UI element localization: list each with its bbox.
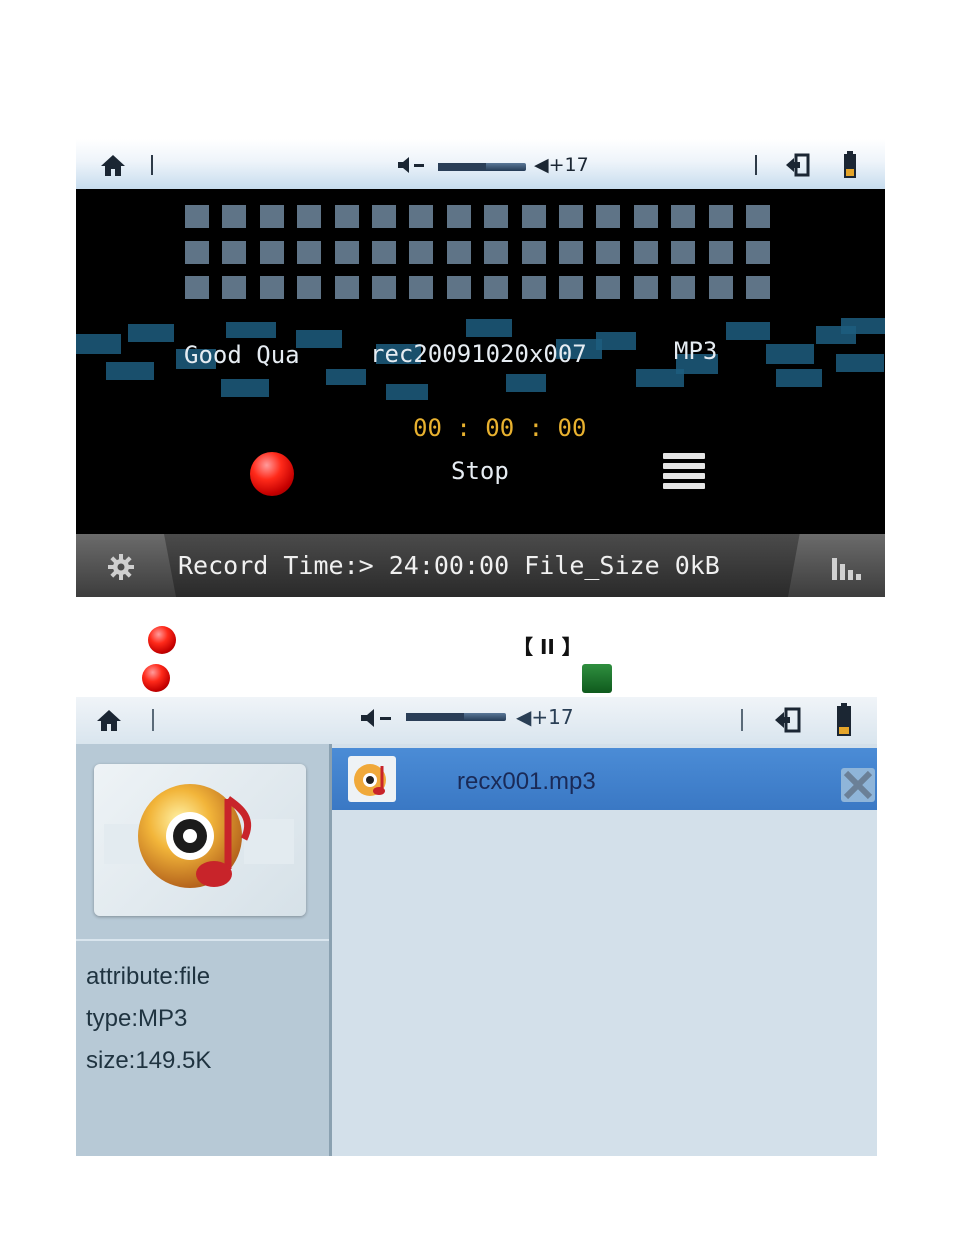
attribute-label: attribute:file xyxy=(86,963,211,990)
level-block xyxy=(409,240,434,264)
level-block xyxy=(746,205,770,228)
level-block xyxy=(596,205,621,228)
level-block xyxy=(372,276,396,299)
level-block xyxy=(222,205,247,228)
close-icon[interactable] xyxy=(841,768,875,802)
volume-up-label[interactable]: ◀+17 xyxy=(534,154,589,176)
level-block xyxy=(259,276,284,299)
level-block xyxy=(222,276,247,299)
level-block xyxy=(259,205,284,228)
pause-symbol: 【 II 】 xyxy=(513,635,582,659)
volume-down-icon[interactable] xyxy=(359,707,397,729)
bottom-bar: Record Time:> 24:00:00 File_Size 0kB xyxy=(76,534,885,597)
level-block xyxy=(671,276,696,299)
separator xyxy=(755,155,757,175)
level-block xyxy=(297,276,322,299)
bar-chart-icon[interactable] xyxy=(830,554,864,582)
battery-icon xyxy=(842,151,858,179)
level-meter xyxy=(185,205,771,299)
recorder-screen: ◀+17 Good Qua rec20091020x007 MP3 00: 0… xyxy=(76,139,885,597)
level-block xyxy=(671,240,696,264)
level-block xyxy=(746,240,770,264)
file-browser-screen: ◀+17 attribute:file type:MP3 size:149.5K… xyxy=(76,697,877,1156)
level-block xyxy=(484,276,509,299)
level-block xyxy=(484,240,509,264)
record-info: Record Time:> 24:00:00 File_Size 0kB xyxy=(178,551,720,580)
level-block xyxy=(297,205,322,228)
record-timer: 00 : 00 : 00 xyxy=(413,414,587,442)
music-disc-icon xyxy=(104,784,294,888)
level-block xyxy=(708,276,733,299)
level-block xyxy=(746,276,770,299)
file-thumbnail xyxy=(94,764,306,916)
level-block xyxy=(521,205,546,228)
volume-up-label[interactable]: ◀+17 xyxy=(516,705,574,729)
level-block xyxy=(259,240,284,264)
file-list-button[interactable] xyxy=(663,453,705,493)
level-block xyxy=(671,205,696,228)
level-block xyxy=(185,276,209,299)
audio-file-icon xyxy=(348,756,396,802)
level-block xyxy=(559,276,583,299)
volume-slider[interactable] xyxy=(406,713,506,721)
level-block xyxy=(409,276,434,299)
level-block xyxy=(633,240,658,264)
top-status-bar: ◀+17 xyxy=(76,697,877,744)
record-dot-icon xyxy=(142,664,170,692)
quality-label: Good Qua xyxy=(184,341,300,369)
level-block xyxy=(521,240,546,264)
level-block xyxy=(372,240,396,264)
status-label: Stop xyxy=(451,457,509,485)
record-button[interactable] xyxy=(250,452,294,496)
level-block xyxy=(596,276,621,299)
file-list: recx001.mp3 xyxy=(332,744,877,1156)
level-block xyxy=(446,240,471,264)
file-info-pane: attribute:file type:MP3 size:149.5K xyxy=(76,744,331,1156)
separator xyxy=(151,155,153,175)
home-icon[interactable] xyxy=(100,152,126,178)
battery-icon xyxy=(836,703,852,737)
stats-tab[interactable] xyxy=(788,534,885,597)
volume-down-icon[interactable] xyxy=(396,155,430,175)
level-block xyxy=(409,205,434,228)
level-block xyxy=(708,205,733,228)
settings-tab[interactable] xyxy=(76,534,176,597)
volume-slider[interactable] xyxy=(438,163,526,171)
level-block xyxy=(633,205,658,228)
level-block xyxy=(185,205,209,228)
level-block xyxy=(334,205,359,228)
level-block xyxy=(559,240,583,264)
level-block xyxy=(334,276,359,299)
level-block xyxy=(446,276,471,299)
exit-icon[interactable] xyxy=(773,707,803,733)
separator xyxy=(152,709,154,731)
format-label: MP3 xyxy=(674,337,718,365)
separator xyxy=(741,709,743,731)
file-list-item[interactable]: recx001.mp3 xyxy=(332,748,877,810)
filename-label: rec20091020x007 xyxy=(370,340,587,368)
stop-icon xyxy=(582,664,612,693)
exit-icon[interactable] xyxy=(784,153,812,177)
level-block xyxy=(297,240,322,264)
home-icon[interactable] xyxy=(96,707,122,733)
type-label: type:MP3 xyxy=(86,1005,188,1032)
record-dot-icon xyxy=(148,626,176,654)
level-block xyxy=(708,240,733,264)
level-block xyxy=(334,240,359,264)
level-block xyxy=(633,276,658,299)
divider xyxy=(76,939,331,941)
level-block xyxy=(521,276,546,299)
level-block xyxy=(372,205,396,228)
level-block xyxy=(446,205,471,228)
level-block xyxy=(185,240,209,264)
top-status-bar: ◀+17 xyxy=(76,139,885,189)
level-block xyxy=(559,205,583,228)
gear-icon[interactable] xyxy=(107,553,135,581)
level-block xyxy=(484,205,509,228)
level-block xyxy=(596,240,621,264)
file-name: recx001.mp3 xyxy=(457,768,596,795)
level-block xyxy=(222,240,247,264)
size-label: size:149.5K xyxy=(86,1047,212,1074)
